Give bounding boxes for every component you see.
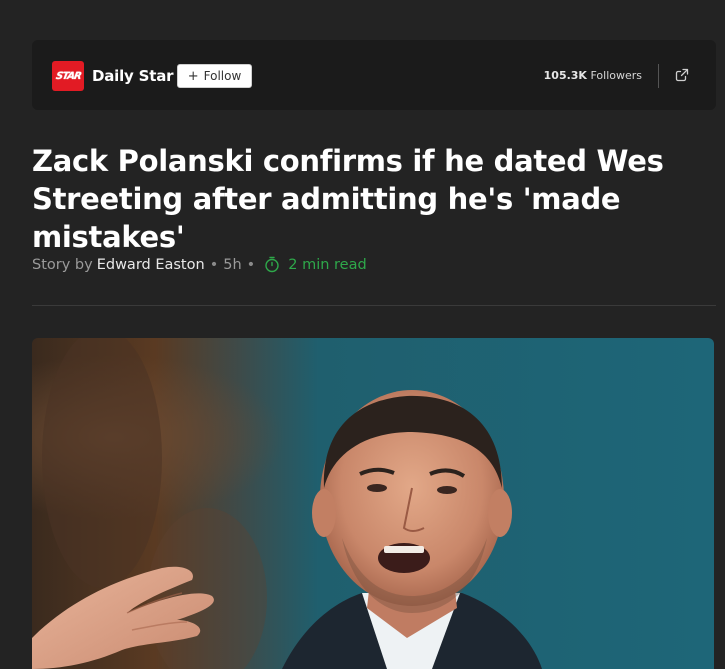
- timer-icon: [265, 256, 279, 273]
- followers-number: 105.3K: [543, 69, 587, 82]
- publisher-logo-text: STAR: [54, 70, 82, 82]
- external-link-icon[interactable]: [674, 67, 690, 83]
- separator-dot: •: [209, 256, 219, 273]
- plus-icon: +: [187, 68, 199, 84]
- article-page: STAR Daily Star + Follow 105.3K Follower…: [0, 0, 725, 669]
- followers-label: Followers: [590, 69, 642, 82]
- story-by-label: Story by: [32, 256, 93, 273]
- hero-image[interactable]: [32, 338, 714, 669]
- separator-dot: •: [246, 256, 256, 273]
- publisher-bar: STAR Daily Star + Follow 105.3K Follower…: [32, 40, 716, 110]
- divider: [658, 64, 659, 88]
- author-link[interactable]: Edward Easton: [97, 257, 205, 273]
- byline: Story by Edward Easton • 5h • 2 min read: [32, 256, 367, 273]
- follow-label: Follow: [203, 69, 242, 83]
- read-time: 2 min read: [264, 256, 367, 273]
- read-time-label: 2 min read: [288, 256, 367, 273]
- publisher-logo[interactable]: STAR: [52, 61, 84, 91]
- article-headline: Zack Polanski confirms if he dated Wes S…: [32, 144, 664, 254]
- article-age: 5h: [223, 256, 242, 273]
- followers-count: 105.3K Followers: [544, 69, 642, 82]
- header-divider: [32, 305, 716, 306]
- hero-photo: [32, 338, 714, 669]
- publisher-name[interactable]: Daily Star: [92, 67, 174, 85]
- follow-button[interactable]: + Follow: [177, 64, 252, 88]
